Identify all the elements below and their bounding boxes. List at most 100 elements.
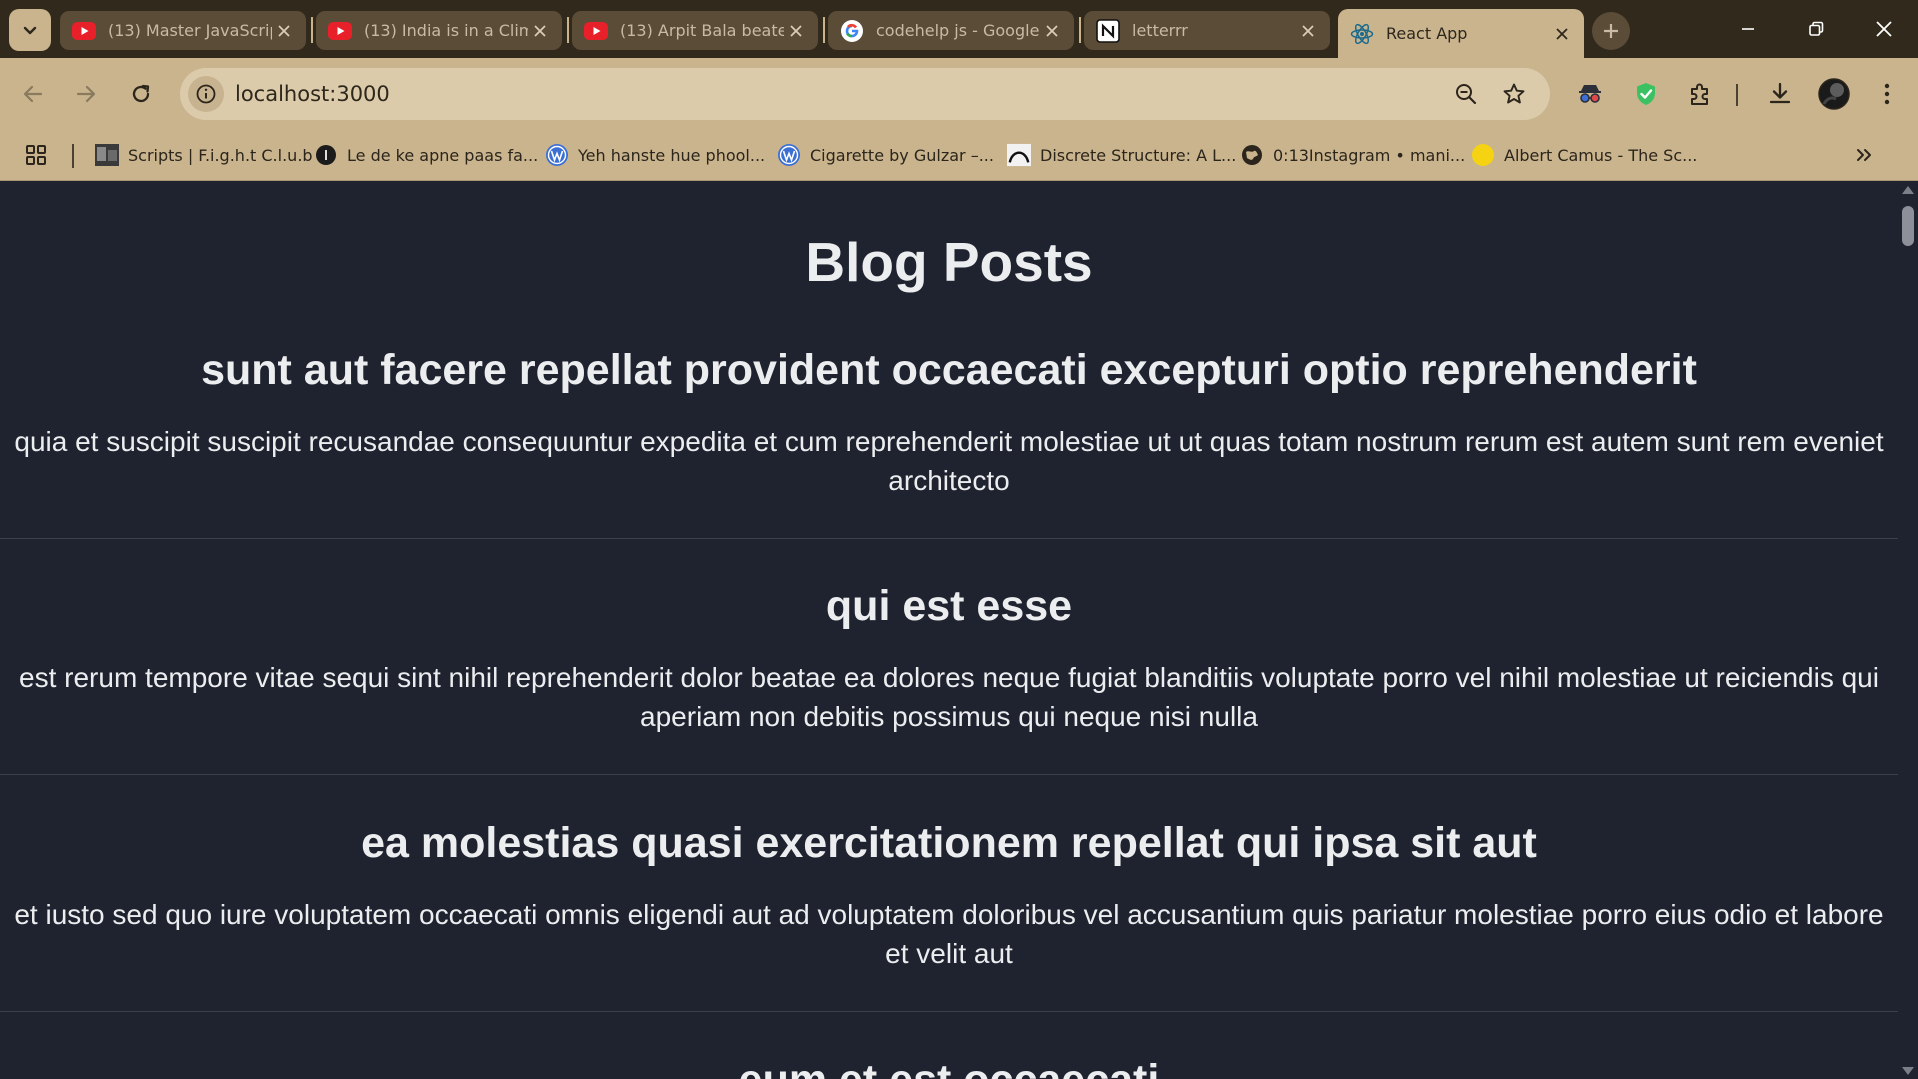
react-icon bbox=[1350, 22, 1374, 46]
tab-title: (13) India is in a Climate bbox=[364, 21, 528, 40]
restore-icon bbox=[1809, 21, 1824, 36]
tab-separator bbox=[311, 17, 313, 43]
downloads-button[interactable] bbox=[1760, 74, 1800, 114]
post-title: sunt aut facere repellat provident occae… bbox=[201, 346, 1697, 394]
tab-separator bbox=[567, 17, 569, 43]
tab-search-button[interactable] bbox=[9, 9, 51, 51]
restore-button[interactable] bbox=[1782, 0, 1850, 58]
spy-glasses-icon bbox=[1579, 85, 1601, 103]
blog-post: qui est esse est rerum tempore vitae seq… bbox=[0, 578, 1898, 736]
tab-separator bbox=[823, 17, 825, 43]
info-icon bbox=[196, 84, 216, 104]
film-thumbnail-icon bbox=[95, 143, 119, 167]
close-icon[interactable] bbox=[272, 19, 296, 43]
browser-toolbar: localhost:3000 bbox=[0, 58, 1918, 130]
tab-react-app[interactable]: React App bbox=[1338, 9, 1584, 58]
wordpress-icon bbox=[777, 143, 801, 167]
post-title: ea molestias quasi exercitationem repell… bbox=[361, 819, 1537, 867]
post-divider bbox=[0, 774, 1898, 775]
close-icon[interactable] bbox=[1296, 19, 1320, 43]
page-title: Blog Posts bbox=[805, 231, 1093, 293]
bookmark-scripts-fight-club[interactable]: Scripts | F.i.g.h.t C.l.u.b bbox=[95, 138, 313, 172]
youtube-icon bbox=[328, 19, 352, 43]
address-bar[interactable]: localhost:3000 bbox=[180, 68, 1550, 120]
tab-codehelp-google[interactable]: codehelp js - Google bbox=[828, 11, 1074, 50]
bookmarks-bar: Scripts | F.i.g.h.t C.l.u.b Le de ke apn… bbox=[0, 130, 1918, 181]
star-icon bbox=[1503, 83, 1525, 104]
youtube-icon bbox=[584, 19, 608, 43]
arrow-right-icon bbox=[76, 85, 96, 103]
tab-letterrr[interactable]: letterrr bbox=[1084, 11, 1330, 50]
incognito-extension-button[interactable] bbox=[1570, 74, 1610, 114]
post-body: et iusto sed quo iure voluptatem occaeca… bbox=[14, 899, 1884, 969]
page-viewport: Blog Posts sunt aut facere repellat prov… bbox=[0, 182, 1898, 1079]
notion-icon bbox=[1096, 18, 1120, 43]
close-icon[interactable] bbox=[528, 19, 552, 43]
close-icon[interactable] bbox=[784, 19, 808, 43]
bookmark-label: Albert Camus - The Sc... bbox=[1504, 145, 1698, 165]
back-button[interactable] bbox=[13, 74, 53, 114]
tab-separator bbox=[1079, 17, 1081, 43]
puzzle-icon bbox=[1691, 83, 1708, 105]
browser-tab-strip: (13) Master JavaScript (13) India is in … bbox=[0, 0, 1918, 58]
reload-icon bbox=[132, 84, 150, 103]
apps-grid-icon bbox=[26, 145, 46, 165]
reload-button[interactable] bbox=[121, 74, 161, 114]
tab-arpit-bala[interactable]: (13) Arpit Bala beaten bbox=[572, 11, 818, 50]
bookmark-label: Cigarette by Gulzar –... bbox=[810, 145, 994, 165]
profile-button[interactable] bbox=[1814, 74, 1854, 114]
post-divider bbox=[0, 538, 1898, 539]
blog-post: sunt aut facere repellat provident occae… bbox=[0, 342, 1898, 500]
forward-button[interactable] bbox=[66, 74, 106, 114]
close-icon[interactable] bbox=[1550, 22, 1574, 46]
bookmark-star-button[interactable] bbox=[1498, 78, 1530, 110]
close-icon[interactable] bbox=[1040, 19, 1064, 43]
close-icon bbox=[1876, 21, 1892, 37]
arc-logo-icon bbox=[1007, 143, 1031, 167]
download-icon bbox=[1769, 82, 1791, 104]
close-window-button[interactable] bbox=[1850, 0, 1918, 58]
zoom-button[interactable] bbox=[1450, 78, 1482, 110]
double-chevron-right-icon bbox=[1857, 149, 1871, 161]
scroll-down-arrow-icon[interactable] bbox=[1902, 1067, 1914, 1075]
bookmark-albert-camus[interactable]: Albert Camus - The Sc... bbox=[1471, 138, 1697, 172]
minimize-icon bbox=[1742, 28, 1754, 30]
bookmark-label: 0:13Instagram • mani... bbox=[1273, 145, 1466, 165]
new-tab-button[interactable] bbox=[1592, 12, 1630, 50]
yellow-circle-icon bbox=[1471, 143, 1495, 167]
bookmark-le-de-ke[interactable]: Le de ke apne paas fa... bbox=[314, 138, 538, 172]
bookmark-label: Scripts | F.i.g.h.t C.l.u.b bbox=[128, 145, 313, 165]
url-text[interactable]: localhost:3000 bbox=[235, 68, 390, 120]
menu-button[interactable] bbox=[1867, 74, 1907, 114]
minimize-button[interactable] bbox=[1714, 0, 1782, 58]
bookmark-cigarette-gulzar[interactable]: Cigarette by Gulzar –... bbox=[777, 138, 994, 172]
tab-title: (13) Arpit Bala beaten bbox=[620, 21, 784, 40]
tab-master-javascript[interactable]: (13) Master JavaScript bbox=[60, 11, 306, 50]
toolbar-divider bbox=[1736, 84, 1738, 106]
post-body: quia et suscipit suscipit recusandae con… bbox=[14, 426, 1884, 496]
chevron-down-icon bbox=[23, 26, 37, 35]
site-info-button[interactable] bbox=[188, 76, 224, 112]
avatar bbox=[1818, 78, 1850, 110]
tab-india-climate[interactable]: (13) India is in a Climate bbox=[316, 11, 562, 50]
bookmark-label: Yeh hanste hue phool... bbox=[578, 145, 766, 165]
post-body: est rerum tempore vitae sequi sint nihil… bbox=[19, 662, 1879, 732]
apps-button[interactable] bbox=[24, 138, 48, 172]
bookmark-yeh-hanste[interactable]: Yeh hanste hue phool... bbox=[545, 138, 765, 172]
more-bookmarks-button[interactable] bbox=[1854, 138, 1874, 172]
youtube-icon bbox=[72, 19, 96, 43]
google-icon bbox=[840, 19, 864, 43]
scroll-thumb[interactable] bbox=[1902, 206, 1914, 246]
tab-title: letterrr bbox=[1132, 21, 1188, 40]
bookmark-instagram[interactable]: 0:13Instagram • mani... bbox=[1240, 138, 1465, 172]
wordpress-icon bbox=[545, 143, 569, 167]
more-vertical-icon bbox=[1884, 83, 1890, 105]
post-title: qui est esse bbox=[825, 582, 1073, 630]
page-scrollbar[interactable] bbox=[1898, 182, 1918, 1079]
shield-extension-button[interactable] bbox=[1626, 74, 1666, 114]
extensions-button[interactable] bbox=[1680, 74, 1720, 114]
scroll-up-arrow-icon[interactable] bbox=[1902, 186, 1914, 194]
plus-icon bbox=[1604, 24, 1618, 38]
post-divider bbox=[0, 1011, 1898, 1012]
bookmark-discrete-structure[interactable]: Discrete Structure: A L... bbox=[1007, 138, 1236, 172]
